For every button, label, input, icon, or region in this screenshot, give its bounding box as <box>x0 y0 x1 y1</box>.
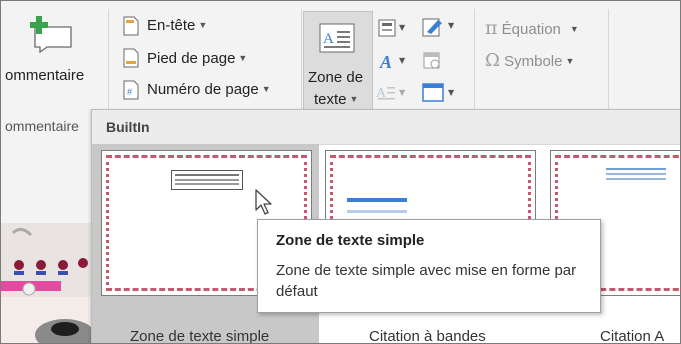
pi-icon: π <box>485 17 498 39</box>
gallery-item-caption: Citation A <box>600 328 665 344</box>
ribbon-separator <box>301 9 302 113</box>
signature-line-icon[interactable]: ▼ <box>421 16 461 43</box>
chevron-down-icon: ▼ <box>261 84 271 94</box>
footer-label: Pied de page <box>147 50 236 67</box>
equation-button[interactable]: π Équation ▼ <box>485 17 579 39</box>
drop-cap-icon[interactable]: A ▼ <box>375 83 409 108</box>
chevron-down-icon: ▼ <box>198 20 208 30</box>
chevron-down-icon: ▼ <box>238 53 248 63</box>
page-number-label: Numéro de page <box>147 81 259 98</box>
textbox-label-line1: Zone de <box>308 69 364 86</box>
chevron-down-icon: ▼ <box>565 56 575 66</box>
thumbnail-textbox-preview <box>171 170 243 190</box>
footer-icon <box>123 48 139 73</box>
symbol-button[interactable]: Ω Symbole ▼ <box>485 50 574 71</box>
equation-label: Équation <box>501 21 561 38</box>
header-button[interactable]: En-tête ▼ <box>147 17 207 34</box>
tooltip: Zone de texte simple Zone de texte simpl… <box>257 219 601 313</box>
tooltip-description: Zone de texte simple avec mise en forme … <box>276 262 577 300</box>
ribbon-separator <box>474 9 475 109</box>
wordart-icon[interactable]: A ▼ <box>378 51 408 76</box>
thumbnail-band-preview-light <box>347 210 407 213</box>
header-icon <box>123 16 139 41</box>
textbox-label-line2: texte ▼ <box>314 91 358 108</box>
textbox-icon: A <box>319 23 355 58</box>
ribbon-separator <box>608 9 609 109</box>
symbol-label: Symbole <box>504 53 563 70</box>
svg-text:▼: ▼ <box>399 23 406 32</box>
comment-group-label: ommentaire <box>5 118 79 134</box>
new-comment-icon[interactable] <box>27 13 75 54</box>
tooltip-title: Zone de texte simple <box>276 232 425 249</box>
thumbnail-quote-preview <box>606 168 666 186</box>
svg-text:▼: ▼ <box>448 88 455 97</box>
svg-text:A: A <box>379 52 392 71</box>
svg-text:▼: ▼ <box>448 21 455 30</box>
page-number-button[interactable]: Numéro de page ▼ <box>147 81 271 98</box>
gallery-item-caption: Citation à bandes <box>369 328 486 344</box>
svg-text:A: A <box>323 31 334 47</box>
object-icon[interactable]: ▼ <box>421 82 461 109</box>
gallery-section-title: BuiltIn <box>106 119 150 135</box>
quick-parts-icon[interactable]: ▼ <box>378 18 408 43</box>
comment-button[interactable]: ommentaire <box>5 67 84 84</box>
omega-icon: Ω <box>485 50 500 71</box>
svg-text:▼: ▼ <box>399 88 406 97</box>
header-label: En-tête <box>147 17 196 34</box>
document-image-fragment <box>1 223 91 343</box>
ribbon-separator <box>108 9 109 113</box>
svg-text:#: # <box>127 87 132 97</box>
window-frame: ommentaire ommentaire En-tête ▼ Pied de p… <box>0 0 681 344</box>
chevron-down-icon: ▼ <box>349 94 359 104</box>
gallery-section-header: BuiltIn <box>92 110 680 145</box>
date-time-icon[interactable] <box>422 51 442 76</box>
textbox-label-text: texte <box>314 91 347 108</box>
svg-text:▼: ▼ <box>399 56 406 65</box>
footer-button[interactable]: Pied de page ▼ <box>147 50 247 67</box>
chevron-down-icon: ▼ <box>569 24 579 34</box>
gallery-item-caption: Zone de texte simple <box>130 328 270 344</box>
mouse-cursor-icon <box>254 189 274 222</box>
page-number-icon: # <box>123 80 139 105</box>
thumbnail-band-preview <box>347 198 407 202</box>
